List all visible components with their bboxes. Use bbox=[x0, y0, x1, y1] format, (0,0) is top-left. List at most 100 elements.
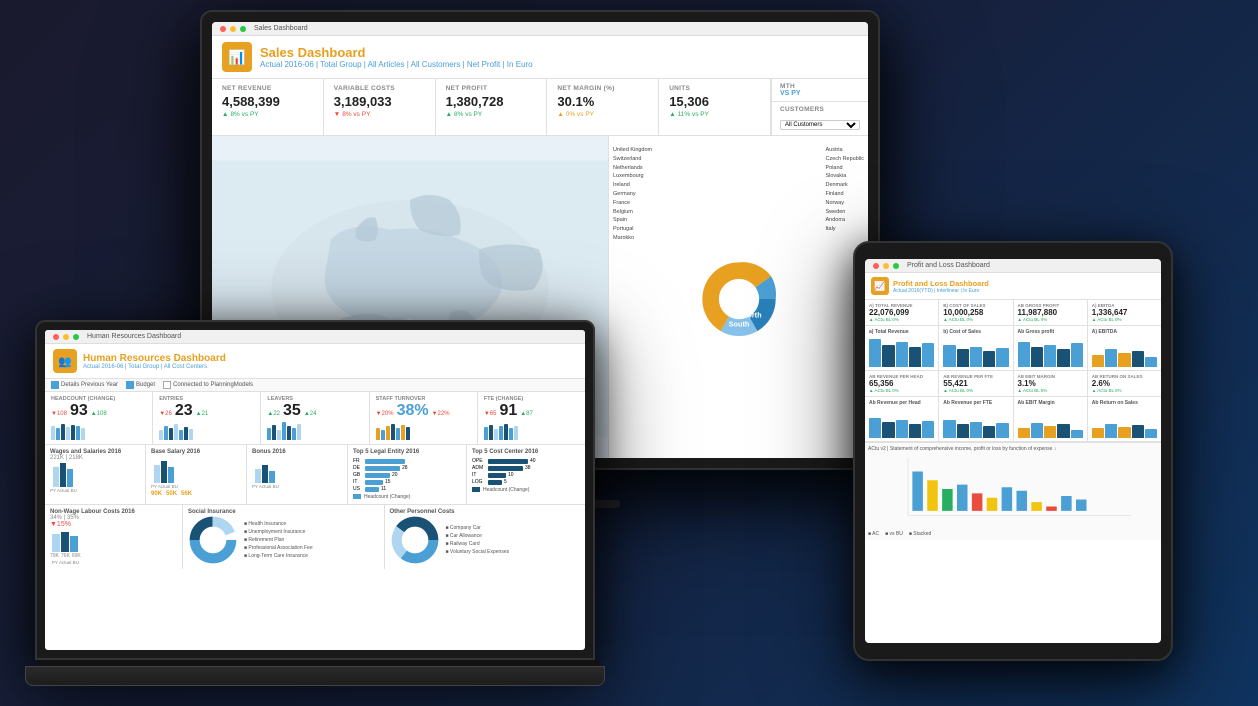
laptop-base bbox=[25, 666, 605, 686]
country-cz: Czech Republic bbox=[825, 155, 864, 164]
fte-prev: ▼65 bbox=[484, 411, 497, 417]
bar6 bbox=[184, 427, 188, 440]
w-bar5 bbox=[972, 493, 983, 511]
labour-py: 79K bbox=[50, 553, 59, 559]
pl-ebit-value: 3.1% bbox=[1018, 379, 1083, 388]
rev-bar1 bbox=[869, 339, 881, 367]
leavers-value: 35 bbox=[283, 402, 301, 420]
kpi-net-profit-value: 1,380,728 bbox=[446, 94, 537, 109]
budget-checkbox[interactable]: Budget bbox=[126, 381, 155, 389]
leavers-next: ▲24 bbox=[304, 411, 317, 417]
em-bar5 bbox=[1071, 430, 1083, 438]
pl-bar-revfte2: Ab Revenue per FTE bbox=[939, 397, 1013, 441]
labour-bars: 79K 76K 69K PY Actual BU bbox=[50, 530, 177, 565]
cost-row-adm: ADM 38 bbox=[472, 465, 580, 471]
pl-waterfall-section: ACtu v2 | Statement of comprehensive inc… bbox=[865, 442, 1161, 540]
bar4 bbox=[499, 426, 503, 440]
bar3 bbox=[61, 424, 65, 440]
base-salary-bars: PY Actual BU bbox=[151, 459, 241, 489]
legal-bar-us bbox=[365, 487, 379, 492]
bonus-bar-bu bbox=[269, 471, 275, 483]
legend-cost-label: Headcount (Change) bbox=[483, 487, 529, 493]
country-ie: Ireland bbox=[613, 181, 652, 190]
ros-bar2 bbox=[1105, 424, 1117, 438]
top5-cost-bars: OPE 40 ADM 38 IT 10 bbox=[472, 458, 580, 485]
connected-checkbox[interactable]: Connected to PlanningModels bbox=[163, 381, 253, 389]
pl-bar-revfte2-title: Ab Revenue per FTE bbox=[943, 400, 1008, 406]
rf-bar5 bbox=[996, 423, 1008, 438]
hr-title-block: Human Resources Dashboard Actual 2016-06… bbox=[83, 353, 226, 370]
labour-axis: PY Actual BU bbox=[52, 560, 79, 565]
base-salary-section: Base Salary 2016 PY Actual BU 90K bbox=[146, 445, 247, 504]
entries-prev: ▼26 bbox=[159, 411, 172, 417]
bar2 bbox=[489, 425, 493, 440]
rf-bar1 bbox=[943, 420, 955, 438]
close-dot bbox=[220, 26, 226, 32]
rf-bar3 bbox=[970, 422, 982, 438]
dashboard-icon: 📊 bbox=[222, 42, 252, 72]
bonus-bar-label: PY Actual BU bbox=[252, 484, 279, 489]
bar1 bbox=[159, 430, 163, 440]
connected-checkbox-icon bbox=[163, 381, 171, 389]
max-dot-t bbox=[893, 263, 899, 269]
base-val1: 90K bbox=[151, 491, 162, 497]
bar4 bbox=[174, 424, 178, 440]
pl-ros-value: 2.6% bbox=[1092, 379, 1157, 388]
turnover-value: 38% bbox=[397, 402, 429, 420]
kpi-net-revenue: NET REVENUE 4,588,399 8% vs PY bbox=[212, 79, 324, 135]
top5-legal-section: Top 5 Legal Entity 2016 FR DE 28 GB bbox=[348, 445, 467, 504]
legend-voluntary: ■ Voluntary Social Expenses bbox=[446, 548, 510, 556]
pl-title-block: Profit and Loss Dashboard Actual 2016(YT… bbox=[893, 279, 989, 294]
labour-actual: 76K bbox=[61, 553, 70, 559]
gross-bar1 bbox=[1018, 342, 1030, 367]
pl-gross-bars bbox=[1018, 337, 1083, 367]
dashboard-header: 📊 Sales Dashboard Actual 2016-06 | Total… bbox=[212, 36, 868, 79]
bar5 bbox=[71, 425, 75, 440]
pl-bar-ebit2: Ab EBIT Margin bbox=[1014, 397, 1088, 441]
ebitda-bar3 bbox=[1118, 353, 1130, 367]
legal-label-gb: GB bbox=[353, 472, 363, 478]
base-bar-bu bbox=[168, 467, 174, 483]
bonus-bar-py bbox=[255, 469, 261, 483]
kpi-net-revenue-value: 4,588,399 bbox=[222, 94, 313, 109]
ebitda-bar5 bbox=[1145, 357, 1157, 367]
kpi-units-change: 11% vs PY bbox=[669, 111, 760, 118]
em-bar2 bbox=[1031, 423, 1043, 438]
customers-select[interactable]: All Customers bbox=[780, 120, 860, 130]
top5-legal-bars: FR DE 28 GB 20 bbox=[353, 458, 461, 492]
social-insurance-section: Social Insurance ■ Health Insurance ■ Un… bbox=[183, 505, 385, 569]
laptop-screen: Human Resources Dashboard 👥 Human Resour… bbox=[45, 330, 585, 650]
pl-revenue-value: 22,076,099 bbox=[869, 308, 934, 317]
cost-row-it: IT 10 bbox=[472, 472, 580, 478]
details-py-checkbox[interactable]: Details Previous Year bbox=[51, 381, 118, 389]
social-legend: ■ Health Insurance ■ Unemployment Insura… bbox=[244, 520, 313, 560]
cost-row-log: LOG 5 bbox=[472, 479, 580, 485]
bar4 bbox=[282, 422, 286, 440]
pl-ebitda-value: 1,336,647 bbox=[1092, 308, 1157, 317]
hr-kpi-turnover: Staff Turnover ▼20% 38% ▼22% bbox=[370, 392, 478, 444]
pl-bar-section1: a) Total Revenue b) Cost of Sales bbox=[865, 326, 1161, 371]
legend-professional: ■ Professional Association Fee bbox=[244, 544, 313, 552]
bar1 bbox=[51, 426, 55, 440]
mth-panel: MTH VS PY CUSTOMERS All Customers bbox=[771, 79, 868, 135]
bar1 bbox=[267, 428, 271, 440]
wages-bars: PY Actual BU bbox=[50, 463, 140, 493]
fte-bars bbox=[484, 420, 579, 440]
countries-right: Austria Czech Republic Poland Slovakia D… bbox=[825, 146, 864, 234]
pl-revfte-value: 55,421 bbox=[943, 379, 1008, 388]
leavers-bars bbox=[267, 420, 362, 440]
base-val3: 56K bbox=[181, 491, 192, 497]
pl-ebit2-bars bbox=[1018, 408, 1083, 438]
w-bar12 bbox=[1076, 500, 1087, 511]
minimize-dot bbox=[230, 26, 236, 32]
bar2 bbox=[56, 428, 60, 440]
kpi-net-revenue-label: NET REVENUE bbox=[222, 85, 313, 92]
legend-retirement: ■ Retirement Plan bbox=[244, 536, 313, 544]
labour-bar-bu bbox=[70, 536, 78, 552]
bar6 bbox=[292, 428, 296, 440]
hr-title: Human Resources Dashboard bbox=[83, 353, 226, 364]
bonus-bars: PY Actual BU bbox=[252, 459, 342, 489]
pl-ros-change: ▲ ACtu BL 0% bbox=[1092, 388, 1157, 393]
base-values: 90K 50K 56K bbox=[151, 491, 241, 497]
legend-health: ■ Health Insurance bbox=[244, 520, 313, 528]
